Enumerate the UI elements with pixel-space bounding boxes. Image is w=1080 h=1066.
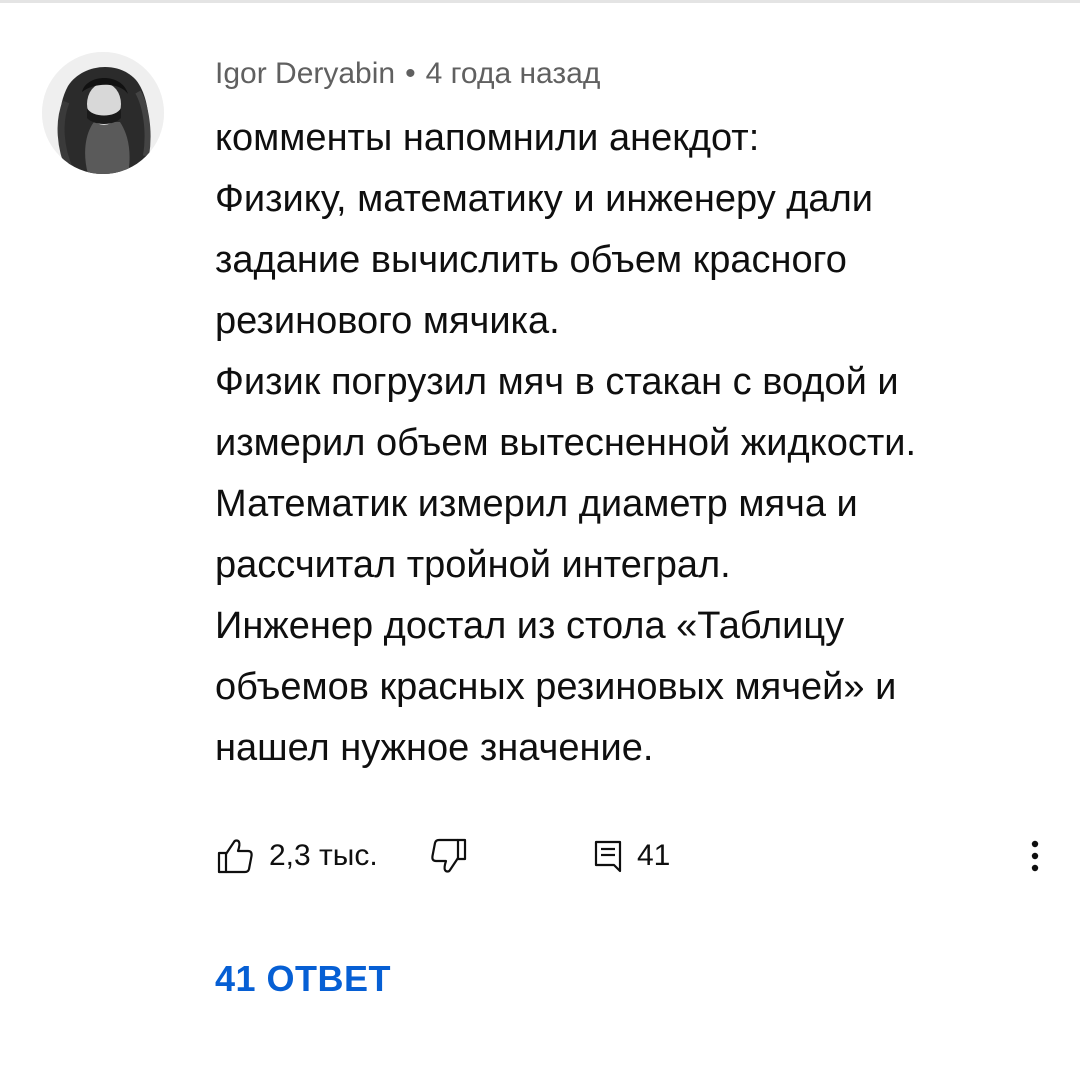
avatar-image: [42, 52, 164, 174]
avatar[interactable]: [42, 52, 164, 174]
comment-line: задание вычислить объем красного: [215, 239, 847, 281]
view-replies-link[interactable]: 41 ОТВЕТ: [215, 958, 391, 1000]
thumb-up-icon: [217, 839, 253, 874]
header-separator: •: [405, 57, 416, 90]
comment-line: Физику, математику и инженеру дали: [215, 178, 873, 220]
comment-timestamp[interactable]: 4 года назад: [426, 57, 601, 90]
author-name[interactable]: Igor Deryabin: [215, 57, 395, 90]
dislike-button[interactable]: [429, 828, 469, 884]
comment-line: объемов красных резиновых мячей» и: [215, 666, 897, 708]
comment-line: комменты напомнили анекдот:: [215, 117, 760, 159]
comment-line: Математик измерил диаметр мяча и: [215, 483, 858, 525]
comment-line: нашел нужное значение.: [215, 727, 654, 769]
comment-line: рассчитал тройной интеграл.: [215, 544, 731, 586]
comment-header: Igor Deryabin • 4 года назад: [215, 56, 600, 92]
thumb-down-icon: [431, 838, 467, 873]
more-vertical-icon: [1031, 840, 1039, 872]
more-options-button[interactable]: [1015, 828, 1055, 884]
comment-text: комменты напомнили анекдот: Физику, мате…: [215, 108, 1035, 779]
reply-count: 41: [637, 839, 671, 872]
like-button[interactable]: 2,3 тыс.: [215, 828, 378, 884]
comment-actions: 2,3 тыс. 41: [215, 828, 1055, 884]
comment-line: Инженер достал из стола «Таблицу: [215, 605, 845, 647]
comment-line: резинового мячика.: [215, 300, 560, 342]
comment-icon: [594, 840, 622, 873]
comment-line: измерил объем вытесненной жидкости.: [215, 422, 917, 464]
like-count: 2,3 тыс.: [269, 839, 378, 872]
reply-button[interactable]: 41: [593, 828, 670, 884]
comment-line: Физик погрузил мяч в стакан с водой и: [215, 361, 899, 403]
top-divider: [0, 0, 1080, 3]
